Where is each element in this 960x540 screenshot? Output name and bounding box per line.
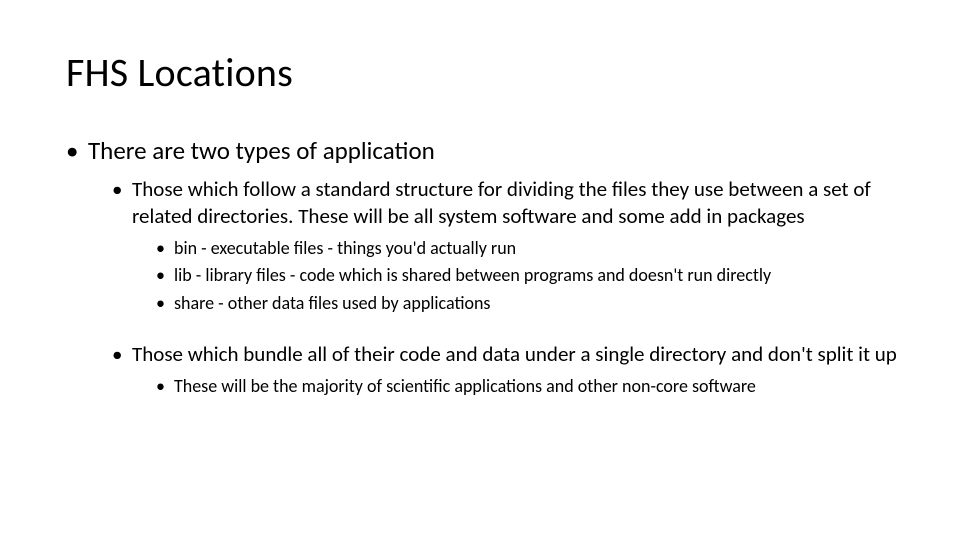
list-item: These will be the majority of scientific… [156, 375, 910, 398]
bullet-text: Those which follow a standard structure … [132, 176, 871, 228]
slide-title: FHS Locations [66, 48, 293, 97]
list-item: Those which follow a standard structure … [112, 176, 910, 315]
bullet-text: There are two types of application [88, 135, 435, 166]
list-item: share - other data files used by applica… [156, 292, 910, 315]
list-item: lib - library files - code which is shar… [156, 264, 910, 287]
list-item: There are two types of application Those… [66, 135, 910, 399]
bullet-list-level3: These will be the majority of scientific… [132, 375, 910, 398]
bullet-text: share - other data files used by applica… [174, 292, 490, 314]
bullet-list-level2: Those which follow a standard structure … [88, 176, 910, 398]
bullet-list-level1: There are two types of application Those… [66, 135, 910, 399]
bullet-text: bin - executable files - things you'd ac… [174, 237, 516, 259]
bullet-list-level3: bin - executable files - things you'd ac… [132, 237, 910, 315]
bullet-text: These will be the majority of scientific… [174, 375, 756, 397]
slide-body: There are two types of application Those… [66, 135, 910, 425]
list-item: bin - executable files - things you'd ac… [156, 237, 910, 260]
bullet-text: lib - library files - code which is shar… [174, 264, 771, 286]
list-item: Those which bundle all of their code and… [112, 341, 910, 399]
slide: FHS Locations There are two types of app… [0, 0, 960, 540]
bullet-text: Those which bundle all of their code and… [132, 341, 897, 367]
